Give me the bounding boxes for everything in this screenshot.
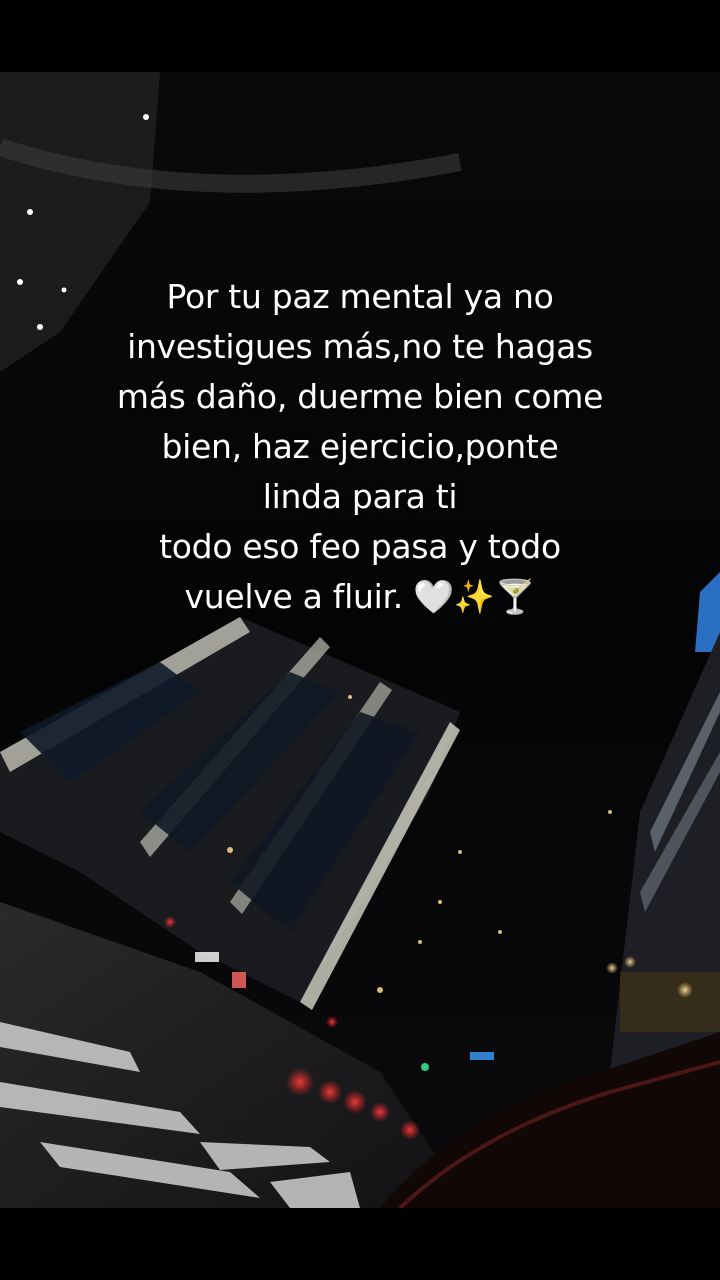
caption-line: vuelve a fluir. 🤍✨🍸 xyxy=(184,577,536,616)
bottom-letterbox xyxy=(0,1208,720,1280)
overlay-caption: Por tu paz mental ya no investigues más,… xyxy=(40,272,680,622)
caption-line: Por tu paz mental ya no xyxy=(166,277,554,316)
top-letterbox xyxy=(0,0,720,72)
caption-line: investigues más,no te hagas xyxy=(127,327,593,366)
caption-line: más daño, duerme bien come xyxy=(116,377,604,416)
city-street-scene xyxy=(0,72,720,1208)
caption-line: linda para ti xyxy=(262,477,458,516)
caption-line: bien, haz ejercicio,ponte xyxy=(161,427,559,466)
caption-line: todo eso feo pasa y todo xyxy=(159,527,561,566)
night-city-photo xyxy=(0,72,720,1208)
post-frame: Por tu paz mental ya no investigues más,… xyxy=(0,0,720,1280)
